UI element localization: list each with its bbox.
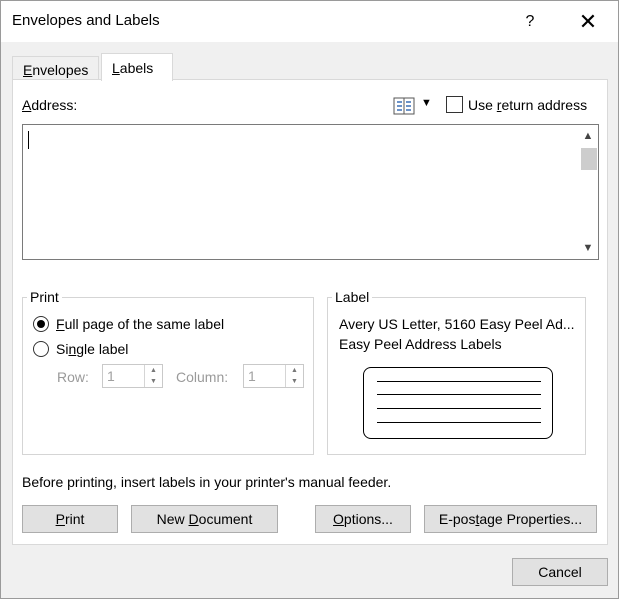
full-page-mnemonic: F: [56, 316, 65, 332]
print-button-label: rint: [64, 511, 85, 527]
single-label-post: gle label: [76, 341, 129, 357]
cancel-button[interactable]: Cancel: [512, 558, 608, 586]
full-page-label[interactable]: Full page of the same label: [56, 316, 224, 332]
column-value: 1: [248, 368, 256, 384]
epostage-post: age Properties...: [479, 511, 583, 527]
spin-up-icon[interactable]: ▲: [286, 365, 303, 376]
column-spinner-arrows[interactable]: ▲ ▼: [285, 365, 303, 387]
options-button-label: ptions...: [343, 511, 393, 527]
row-value: 1: [107, 368, 115, 384]
tab-envelopes-mnemonic: E: [23, 62, 33, 78]
preview-line: [377, 422, 541, 423]
column-spinner[interactable]: 1 ▲ ▼: [243, 364, 304, 388]
tab-envelopes[interactable]: Envelopes: [12, 56, 99, 80]
text-caret: [28, 131, 29, 149]
preview-line: [377, 408, 541, 409]
full-page-text: ull page of the same label: [64, 316, 225, 332]
single-label-pre: Si: [56, 341, 69, 357]
use-return-address-post: eturn address: [501, 97, 588, 113]
new-document-pre: New: [156, 511, 189, 527]
printer-hint: Before printing, insert labels in your p…: [22, 474, 392, 490]
epostage-pre: E-pos: [438, 511, 476, 527]
use-return-address-pre: Use: [468, 97, 497, 113]
single-label-label[interactable]: Single label: [56, 341, 128, 357]
tab-labels[interactable]: Labels: [101, 53, 173, 81]
label-group-title: Label: [332, 289, 373, 305]
tab-labels-mnemonic: L: [112, 60, 120, 76]
new-document-mnemonic: D: [188, 511, 199, 527]
column-label: Column:: [176, 369, 229, 385]
scroll-up-icon[interactable]: ▲: [578, 127, 598, 145]
close-button[interactable]: ✕: [571, 7, 605, 37]
use-return-address-checkbox[interactable]: [446, 96, 463, 113]
preview-line: [377, 381, 541, 382]
tab-envelopes-label: nvelopes: [32, 62, 89, 78]
spin-up-icon[interactable]: ▲: [145, 365, 162, 376]
dialog-title: Envelopes and Labels: [12, 12, 160, 29]
address-scrollbar[interactable]: ▲ ▼: [578, 125, 598, 259]
spin-down-icon[interactable]: ▼: [145, 376, 162, 387]
preview-line: [377, 394, 541, 395]
help-button[interactable]: ?: [513, 7, 547, 37]
print-button-mnemonic: P: [55, 511, 65, 527]
tab-labels-label: abels: [119, 60, 154, 76]
label-preview-image[interactable]: [363, 367, 553, 439]
epostage-properties-button[interactable]: E-postage Properties...: [424, 505, 597, 533]
print-group-title: Print: [27, 289, 62, 305]
use-return-address-label[interactable]: Use return address: [468, 97, 587, 113]
address-book-dropdown-icon[interactable]: ▼: [421, 97, 432, 109]
label-product-line1[interactable]: Avery US Letter, 5160 Easy Peel Ad...: [339, 316, 575, 332]
print-button[interactable]: Print: [22, 505, 118, 533]
label-product-line2[interactable]: Easy Peel Address Labels: [339, 336, 502, 352]
title-bar: Envelopes and Labels ? ✕: [1, 1, 618, 42]
envelopes-and-labels-dialog: Envelopes and Labels ? ✕ Envelopes Label…: [0, 0, 619, 599]
address-textarea[interactable]: ▲ ▼: [22, 124, 599, 260]
options-button-mnemonic: O: [333, 511, 344, 527]
address-book-icon[interactable]: [393, 96, 415, 116]
address-label-text: ddress:: [31, 97, 78, 113]
single-label-radio[interactable]: [33, 341, 49, 357]
new-document-post: ocument: [198, 511, 253, 527]
scroll-down-icon[interactable]: ▼: [578, 239, 598, 257]
address-label-mnemonic: A: [22, 97, 32, 113]
options-button[interactable]: Options...: [315, 505, 411, 533]
row-spinner-arrows[interactable]: ▲ ▼: [144, 365, 162, 387]
scrollbar-thumb[interactable]: [581, 148, 597, 170]
full-page-radio[interactable]: [33, 316, 49, 332]
row-label: Row:: [57, 369, 89, 385]
address-label: Address:: [22, 97, 77, 113]
row-spinner[interactable]: 1 ▲ ▼: [102, 364, 163, 388]
new-document-button[interactable]: New Document: [131, 505, 278, 533]
spin-down-icon[interactable]: ▼: [286, 376, 303, 387]
